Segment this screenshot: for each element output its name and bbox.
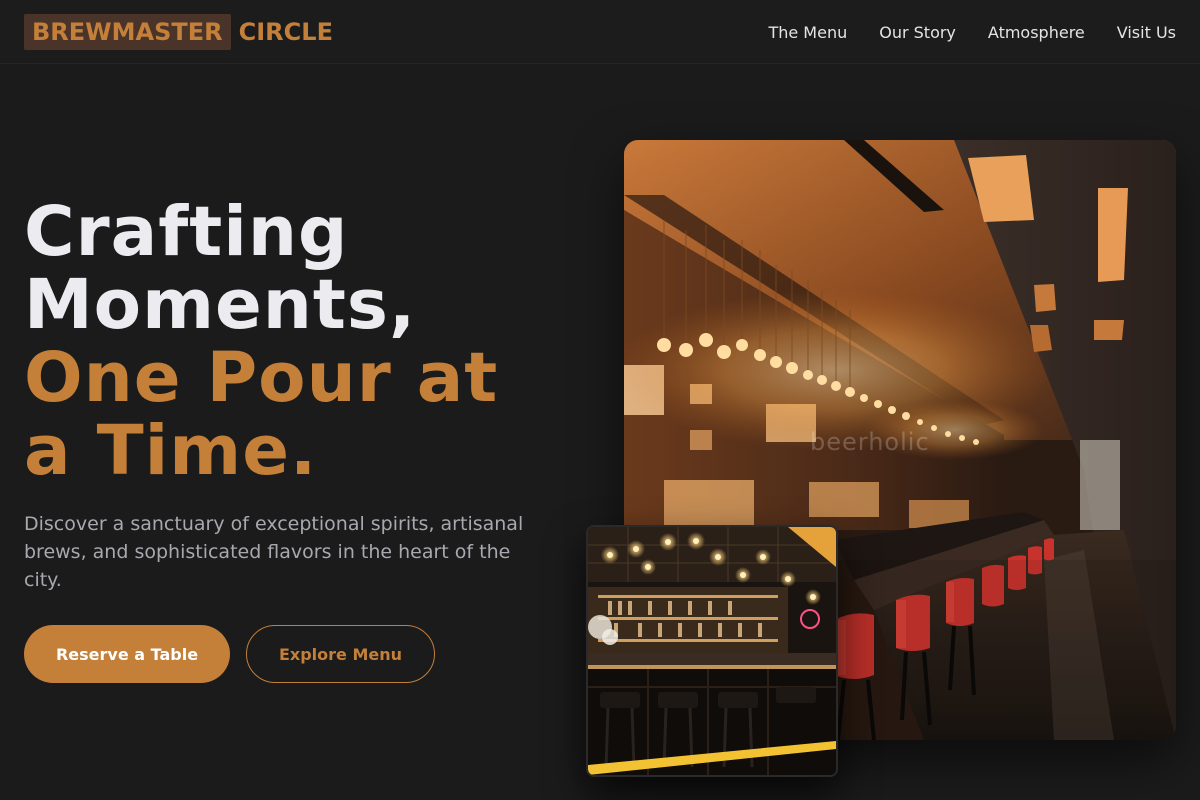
main-nav: The Menu Our Story Atmosphere Visit Us [768,20,1176,44]
brand-logo[interactable]: BREWMASTER CIRCLE [24,14,333,50]
image-watermark: beerholic [810,428,930,456]
nav-link-menu[interactable]: The Menu [768,23,847,42]
nav-link-visit-us[interactable]: Visit Us [1117,23,1176,42]
nav-link-atmosphere[interactable]: Atmosphere [988,23,1085,42]
hero-subtext: Discover a sanctuary of exceptional spir… [24,513,524,591]
hero-headline: Crafting Moments, One Pour at a Time. [24,196,564,488]
headline-accent-line-1: One Pour at [24,338,499,418]
headline-line-1: Crafting [24,192,349,272]
headline-accent-line-2: a Time. [24,411,318,491]
bar-counter-image [586,525,838,777]
headline-line-2: Moments, [24,265,417,345]
explore-menu-button[interactable]: Explore Menu [246,625,435,683]
site-header: BREWMASTER CIRCLE The Menu Our Story Atm… [0,0,1200,64]
brand-logo-text: CIRCLE [238,18,333,46]
reserve-table-button[interactable]: Reserve a Table [24,625,230,683]
brand-logo-highlight: BREWMASTER [24,14,231,50]
nav-link-our-story[interactable]: Our Story [879,23,956,42]
